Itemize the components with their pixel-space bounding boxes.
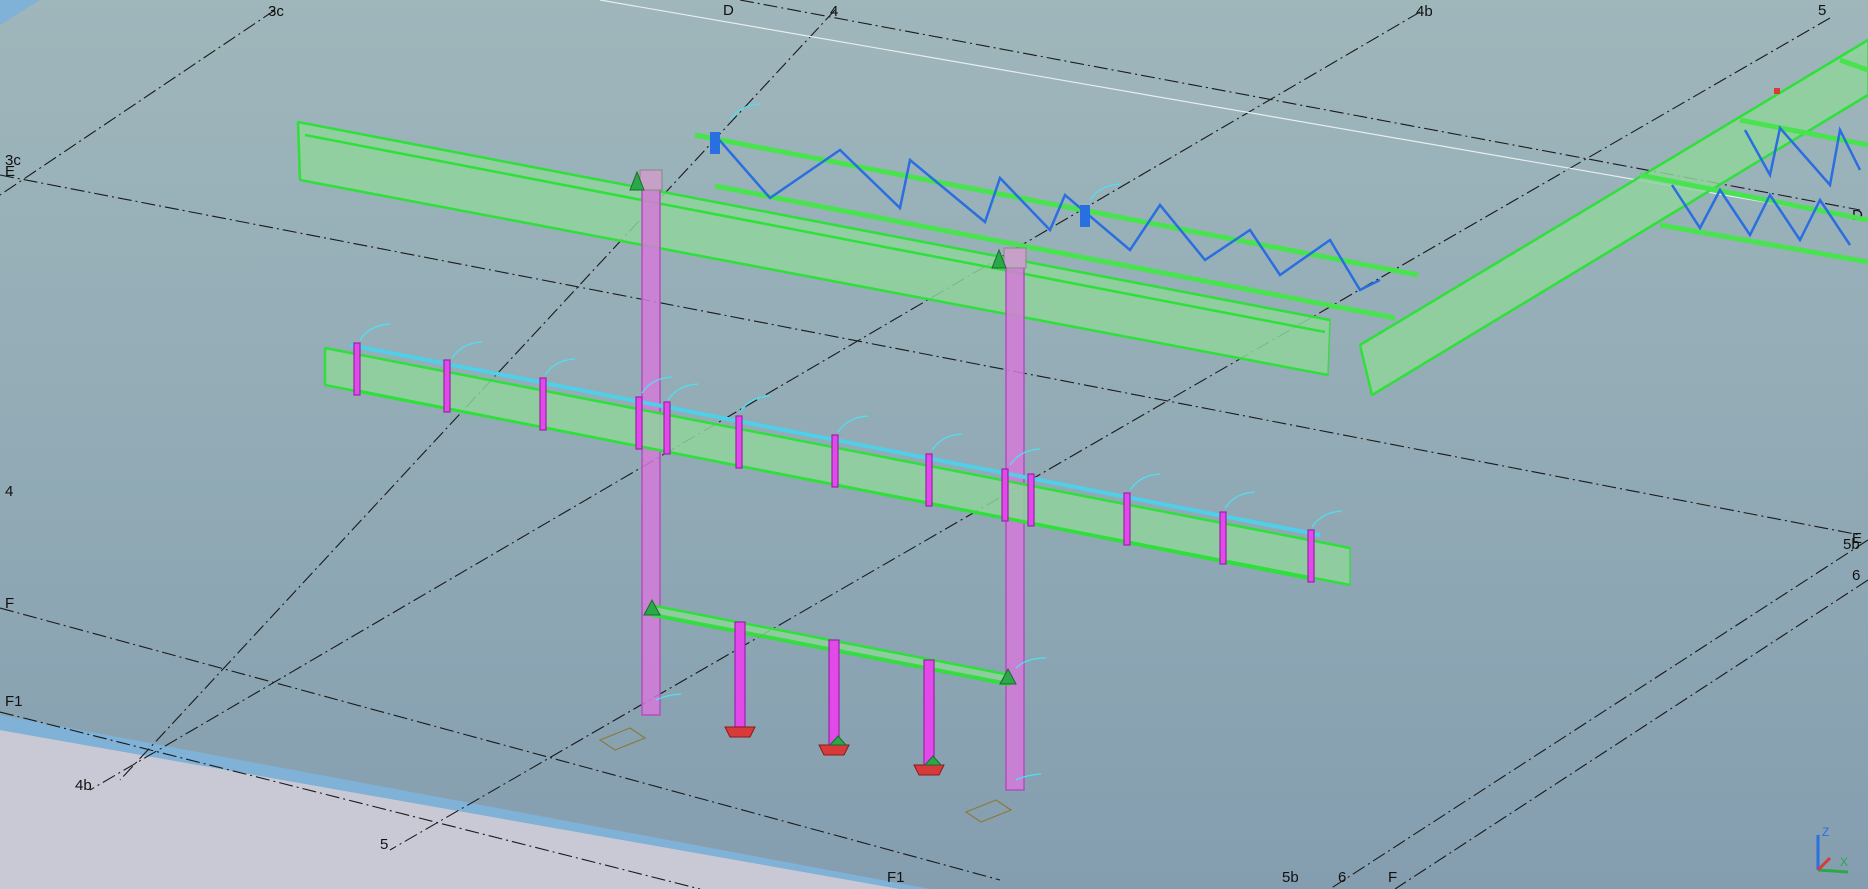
post bbox=[1123, 492, 1131, 546]
z-axis-label: Z bbox=[1822, 825, 1829, 839]
column-right-cap bbox=[1003, 247, 1027, 269]
grid-label: F1 bbox=[887, 869, 905, 886]
grid-label: F bbox=[1388, 869, 1397, 886]
post bbox=[443, 359, 451, 413]
x-axis bbox=[1817, 868, 1849, 874]
truss-end-plate bbox=[710, 132, 720, 154]
post bbox=[925, 453, 933, 507]
grid-label: D bbox=[723, 2, 734, 19]
post bbox=[1307, 529, 1315, 583]
grid-line-4b bbox=[89, 11, 1421, 791]
grid-label: F bbox=[5, 595, 14, 612]
right-girder-web bbox=[1359, 39, 1868, 397]
grid-label: E bbox=[5, 163, 15, 180]
post bbox=[353, 342, 361, 396]
grid-line-6 bbox=[1394, 579, 1868, 889]
post bbox=[1219, 511, 1227, 565]
grid-label: 4 bbox=[5, 483, 13, 500]
post bbox=[1027, 473, 1035, 527]
post bbox=[539, 377, 547, 431]
corner-slab-edge[interactable] bbox=[0, 0, 40, 25]
baseplate bbox=[724, 726, 756, 738]
model-scene[interactable]: 3c D 4 4b 5 3c E 4 F F1 4b 5 F1 5b 6 F D… bbox=[0, 0, 1868, 889]
column-right-shaft bbox=[1005, 264, 1025, 791]
y-axis bbox=[1816, 856, 1832, 872]
grid-label: F1 bbox=[5, 693, 23, 710]
post bbox=[735, 415, 743, 469]
grid-label: 3c bbox=[268, 3, 284, 20]
x-axis-label: X bbox=[1840, 855, 1848, 869]
grid-label: 4b bbox=[75, 777, 92, 794]
grid-label: 5 bbox=[1818, 2, 1826, 19]
grid-label: 6 bbox=[1852, 567, 1860, 584]
post bbox=[663, 401, 671, 455]
post bbox=[1001, 468, 1009, 522]
model-viewport-3d[interactable]: 3c D 4 4b 5 3c E 4 F F1 4b 5 F1 5b 6 F D… bbox=[0, 0, 1868, 889]
grid-label: 4b bbox=[1416, 3, 1433, 20]
grid-line-5b bbox=[1329, 539, 1868, 889]
baseplate bbox=[913, 764, 945, 776]
baseplate bbox=[818, 744, 850, 756]
grid-label: 4 bbox=[830, 3, 838, 20]
post bbox=[635, 396, 643, 450]
post bbox=[831, 434, 839, 488]
grid-label: 5b bbox=[1282, 869, 1299, 886]
right-marker-icon bbox=[1774, 88, 1780, 94]
grid-label: 5b bbox=[1843, 536, 1860, 553]
truss-mid-plate bbox=[1080, 205, 1090, 227]
grid-line-3c bbox=[0, 9, 276, 196]
short-post bbox=[828, 639, 840, 746]
right-girder[interactable] bbox=[1358, 38, 1868, 397]
grid-label: 6 bbox=[1338, 869, 1346, 886]
column-base-outlines bbox=[598, 727, 1013, 823]
axis-triad: Z X bbox=[1816, 825, 1849, 874]
grid-label: 5 bbox=[380, 836, 388, 853]
short-post bbox=[734, 621, 746, 728]
short-posts[interactable] bbox=[724, 621, 945, 776]
short-post bbox=[923, 659, 935, 766]
